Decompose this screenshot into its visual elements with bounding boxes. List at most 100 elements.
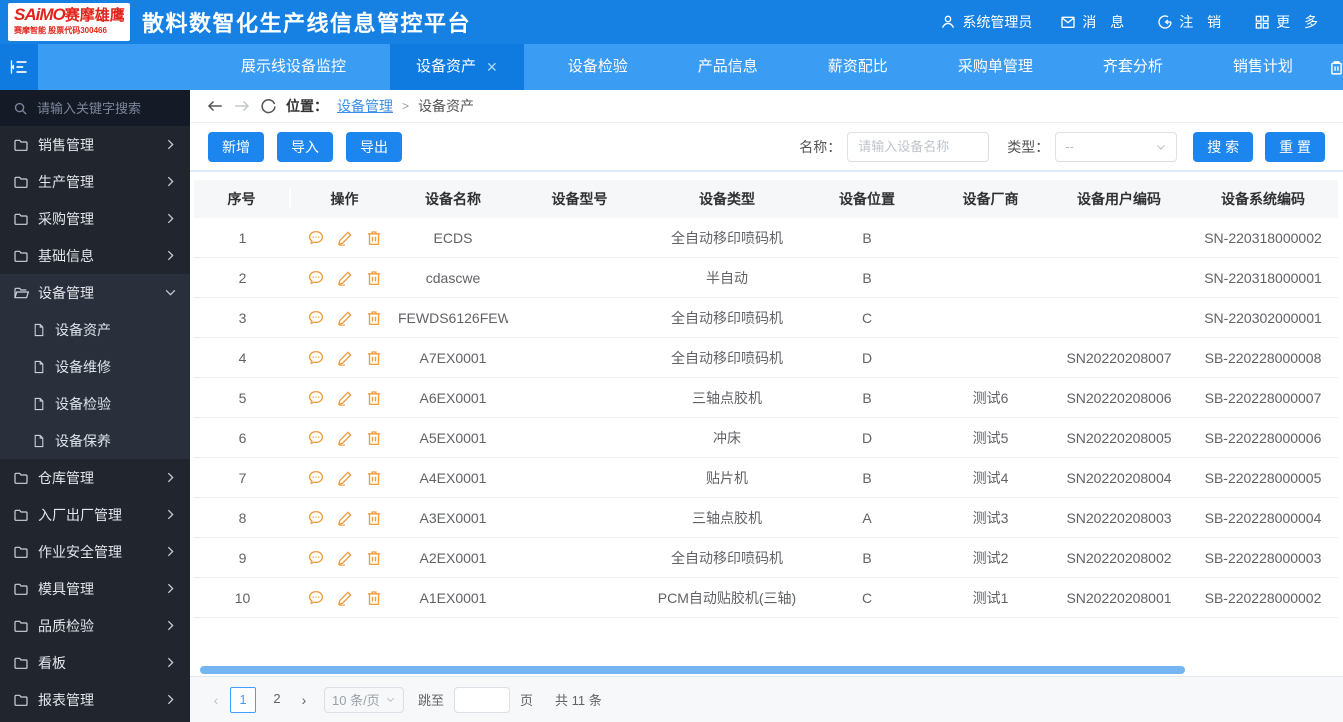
edit-icon[interactable]: [336, 389, 354, 407]
add-button[interactable]: 新增: [208, 132, 264, 162]
comment-icon[interactable]: [307, 269, 325, 287]
sidebar-subitem[interactable]: 设备资产: [0, 311, 190, 348]
edit-icon[interactable]: [336, 349, 354, 367]
sidebar-item[interactable]: 报表管理: [0, 681, 190, 718]
edit-icon[interactable]: [336, 269, 354, 287]
user-menu[interactable]: 系统管理员: [940, 12, 1032, 32]
edit-icon[interactable]: [336, 469, 354, 487]
messages-label: 消 息: [1082, 12, 1129, 32]
messages-button[interactable]: 消 息: [1060, 12, 1129, 32]
jump-to-page-input[interactable]: [454, 687, 510, 713]
tab-4[interactable]: 产品信息: [672, 44, 784, 90]
cell-location: B: [803, 270, 931, 286]
sidebar-item[interactable]: 看板: [0, 644, 190, 681]
device-name-input[interactable]: [847, 132, 989, 162]
sidebar-collapse-button[interactable]: [0, 44, 38, 90]
cell-index: 2: [194, 270, 291, 286]
delete-icon[interactable]: [365, 509, 383, 527]
page-size-select[interactable]: 10 条/页: [324, 687, 404, 713]
clear-tabs-trash-icon[interactable]: [1328, 59, 1343, 76]
comment-icon[interactable]: [307, 309, 325, 327]
comment-icon[interactable]: [307, 509, 325, 527]
comment-icon[interactable]: [307, 389, 325, 407]
breadcrumb-parent-link[interactable]: 设备管理: [337, 96, 393, 116]
prev-page-button[interactable]: ‹: [206, 692, 226, 708]
comment-icon[interactable]: [307, 349, 325, 367]
delete-icon[interactable]: [365, 269, 383, 287]
cell-system-code: SB-220228000006: [1188, 430, 1338, 446]
sidebar-subitem[interactable]: 设备保养: [0, 422, 190, 459]
back-arrow-icon[interactable]: [206, 97, 224, 115]
tab-close-icon[interactable]: ✕: [486, 44, 498, 90]
tab-1[interactable]: 展示线设备监控: [215, 44, 372, 90]
delete-icon[interactable]: [365, 469, 383, 487]
cell-type: 全自动移印喷码机: [651, 228, 803, 248]
comment-icon[interactable]: [307, 429, 325, 447]
edit-icon[interactable]: [336, 589, 354, 607]
tab-2[interactable]: 设备资产✕: [390, 44, 524, 90]
edit-icon[interactable]: [336, 309, 354, 327]
tab-3[interactable]: 设备检验: [542, 44, 654, 90]
sidebar-item[interactable]: 作业安全管理: [0, 533, 190, 570]
sidebar-item[interactable]: 设备管理: [0, 274, 190, 311]
cell-user-code: SN20220208006: [1050, 390, 1188, 406]
export-button[interactable]: 导出: [346, 132, 402, 162]
sidebar-item[interactable]: 销售管理: [0, 126, 190, 163]
cell-type: PCM自动贴胶机(三轴): [651, 588, 803, 608]
sidebar-subitem[interactable]: 设备检验: [0, 385, 190, 422]
cell-index: 6: [194, 430, 291, 446]
delete-icon[interactable]: [365, 549, 383, 567]
sidebar-item-label: 设备管理: [38, 283, 94, 303]
cell-operations: [291, 429, 398, 447]
device-type-select[interactable]: --: [1055, 132, 1177, 162]
sidebar-item[interactable]: 品质检验: [0, 607, 190, 644]
sidebar-item[interactable]: 采购管理: [0, 200, 190, 237]
chevron-right-icon: [164, 619, 177, 632]
column-header: 设备名称: [398, 189, 508, 209]
next-page-button[interactable]: ›: [294, 692, 314, 708]
tab-7[interactable]: 齐套分析: [1077, 44, 1189, 90]
edit-icon[interactable]: [336, 509, 354, 527]
chevron-right-icon: [164, 249, 177, 262]
more-button[interactable]: 更 多: [1254, 12, 1323, 32]
sidebar-search-input[interactable]: [37, 101, 167, 116]
reset-button[interactable]: 重 置: [1265, 132, 1325, 162]
search-button[interactable]: 搜 索: [1193, 132, 1253, 162]
page-number-2[interactable]: 2: [264, 687, 290, 713]
delete-icon[interactable]: [365, 349, 383, 367]
delete-icon[interactable]: [365, 389, 383, 407]
logout-label: 注 销: [1179, 12, 1226, 32]
sidebar-item[interactable]: 基础信息: [0, 237, 190, 274]
delete-icon[interactable]: [365, 589, 383, 607]
sidebar-item[interactable]: 生产管理: [0, 163, 190, 200]
table-row: 1ECDS全自动移印喷码机BSN-220318000002: [194, 218, 1338, 258]
sidebar-subitem[interactable]: 设备维修: [0, 348, 190, 385]
comment-icon[interactable]: [307, 229, 325, 247]
delete-icon[interactable]: [365, 229, 383, 247]
sidebar-group: 品质检验: [0, 607, 190, 644]
sidebar-item[interactable]: 仓库管理: [0, 459, 190, 496]
refresh-icon[interactable]: [260, 98, 277, 115]
logout-button[interactable]: 注 销: [1157, 12, 1226, 32]
comment-icon[interactable]: [307, 589, 325, 607]
sidebar-item[interactable]: 模具管理: [0, 570, 190, 607]
forward-arrow-icon[interactable]: [233, 97, 251, 115]
sidebar-item-label: 基础信息: [38, 246, 94, 266]
sidebar-group: 仓库管理: [0, 459, 190, 496]
tab-6[interactable]: 采购单管理: [932, 44, 1059, 90]
delete-icon[interactable]: [365, 309, 383, 327]
import-button[interactable]: 导入: [277, 132, 333, 162]
horizontal-scrollbar-thumb[interactable]: [200, 666, 1185, 674]
tab-5[interactable]: 薪资配比: [802, 44, 914, 90]
edit-icon[interactable]: [336, 429, 354, 447]
cell-operations: [291, 549, 398, 567]
tab-8[interactable]: 销售计划: [1207, 44, 1319, 90]
sidebar-search[interactable]: [0, 90, 190, 126]
comment-icon[interactable]: [307, 469, 325, 487]
edit-icon[interactable]: [336, 229, 354, 247]
page-number-1[interactable]: 1: [230, 687, 256, 713]
comment-icon[interactable]: [307, 549, 325, 567]
edit-icon[interactable]: [336, 549, 354, 567]
sidebar-item[interactable]: 入厂出厂管理: [0, 496, 190, 533]
delete-icon[interactable]: [365, 429, 383, 447]
